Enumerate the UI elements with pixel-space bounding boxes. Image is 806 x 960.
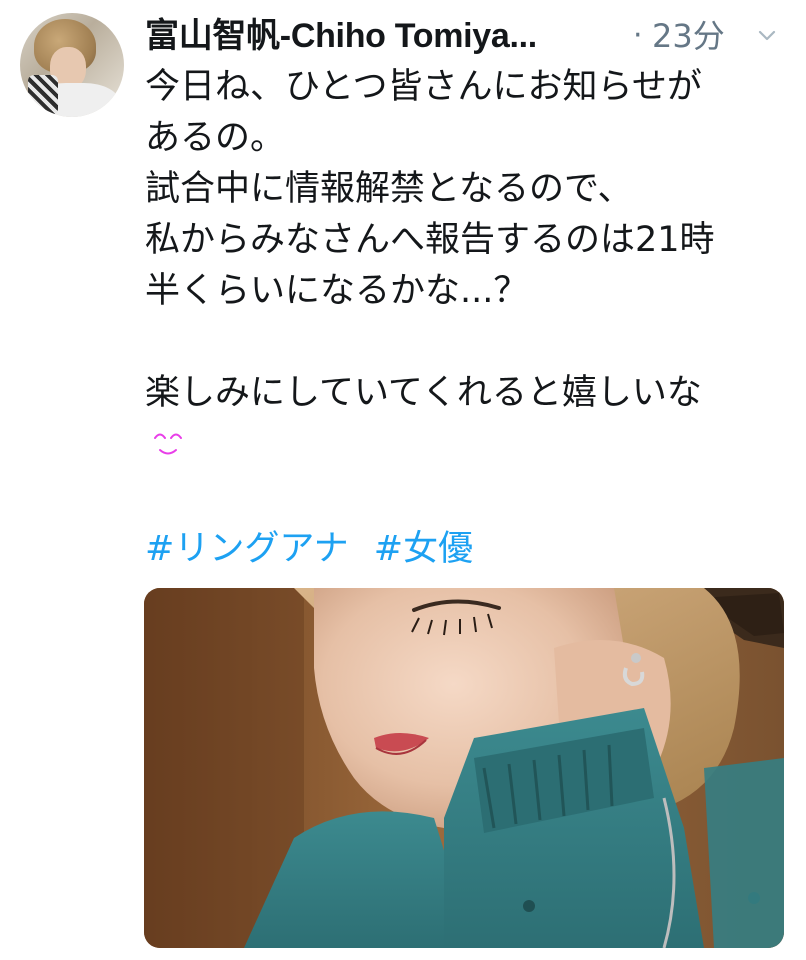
photo-illustration xyxy=(144,588,784,948)
tweet-text-line: 楽しみにしていてくれると嬉しいな xyxy=(145,373,702,413)
timestamp[interactable]: 23分 xyxy=(652,12,725,60)
tweet[interactable]: 富山智帆-Chiho Tomiya... · 23分 今日ね、ひとつ皆さんにお知… xyxy=(0,0,806,960)
smiling-eyes-emoji-icon xyxy=(154,433,182,455)
separator-dot: · xyxy=(633,18,643,53)
hashtags: #リングアナ #女優 xyxy=(145,524,487,574)
tweet-text-line: 試合中に情報解禁となるので、 xyxy=(145,169,633,209)
tweet-text-line xyxy=(145,317,795,368)
tweet-text-line: 私からみなさんへ報告するのは21時 xyxy=(145,220,715,260)
tweet-text-line: あるの。 xyxy=(145,118,286,158)
tweet-text-line: 今日ね、ひとつ皆さんにお知らせが xyxy=(145,67,702,107)
tweet-text: 今日ね、ひとつ皆さんにお知らせが あるの。 試合中に情報解禁となるので、 私から… xyxy=(145,62,795,419)
author-name[interactable]: 富山智帆-Chiho Tomiya... xyxy=(145,12,537,60)
avatar[interactable] xyxy=(20,13,124,117)
hashtag-link[interactable]: #女優 xyxy=(374,529,473,569)
tweet-header: 富山智帆-Chiho Tomiya... · 23分 xyxy=(145,12,785,60)
chevron-down-icon[interactable] xyxy=(757,26,777,46)
hashtag-link[interactable]: #リングアナ xyxy=(145,529,349,569)
tweet-photo[interactable] xyxy=(144,588,784,948)
tweet-text-line: 半くらいになるかな...？ xyxy=(145,271,529,311)
avatar-scarf xyxy=(28,75,58,115)
